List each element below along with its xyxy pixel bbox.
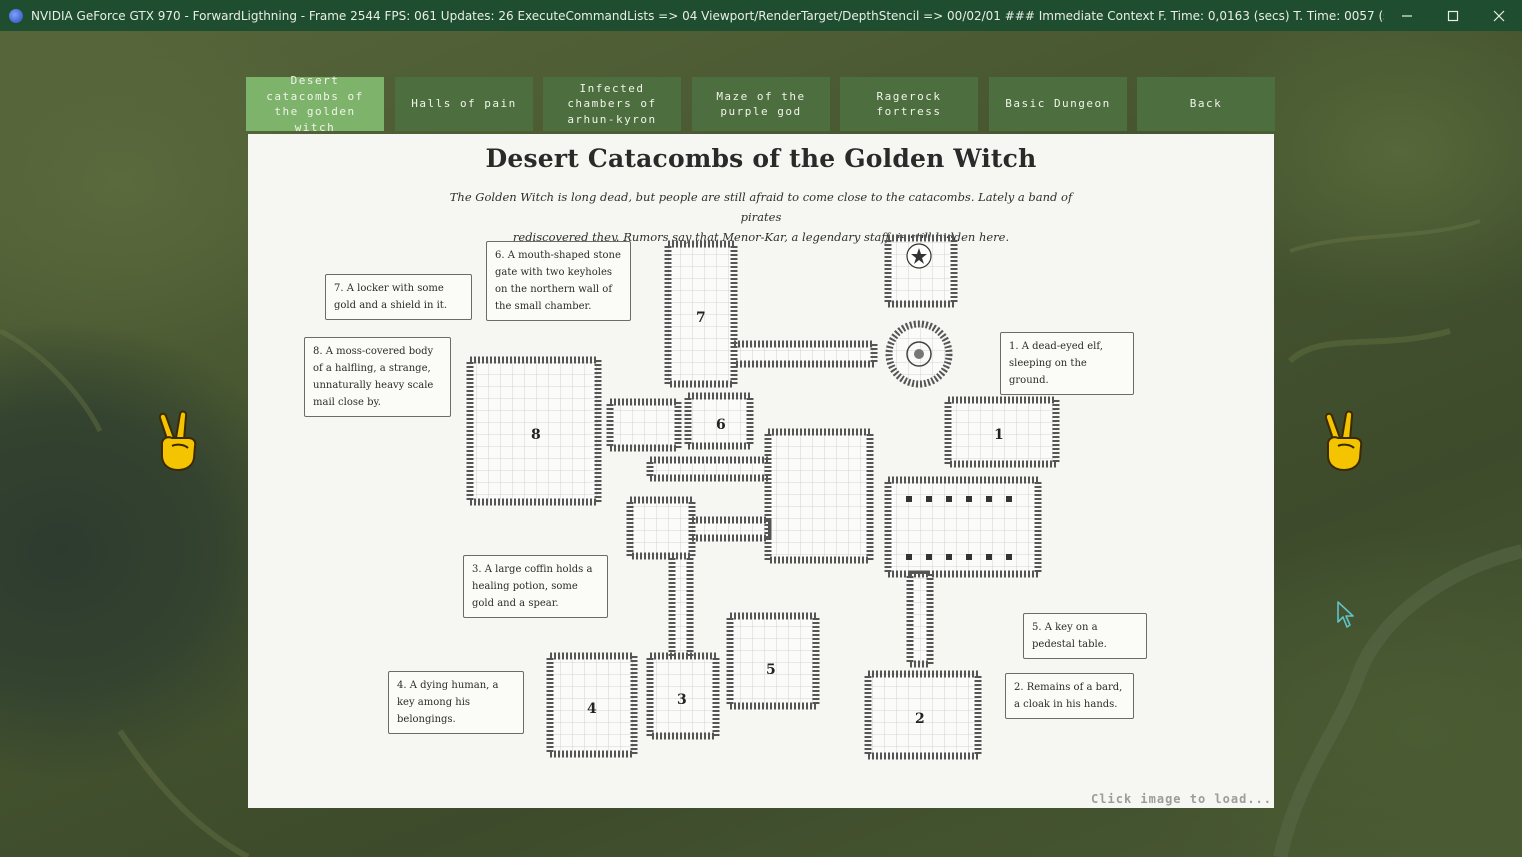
room-central	[764, 428, 874, 564]
tab-basic-dungeon[interactable]: Basic Dungeon	[989, 77, 1127, 131]
window-titlebar[interactable]: NVIDIA GeForce GTX 970 - ForwardLigthnin…	[0, 0, 1522, 31]
note-3: 3. A large coffin holds a healing potion…	[463, 555, 608, 618]
tab-maze-purple-god[interactable]: Maze of the purple god	[692, 77, 830, 131]
room-number-3: 3	[677, 692, 687, 708]
window-title: NVIDIA GeForce GTX 970 - ForwardLigthnin…	[31, 8, 1384, 23]
note-5: 5. A key on a pedestal table.	[1023, 613, 1147, 659]
load-hint[interactable]: Click image to load...	[1091, 792, 1272, 806]
room-number-6: 6	[716, 417, 726, 433]
room-number-4: 4	[587, 701, 597, 717]
peace-hand-icon	[158, 410, 197, 471]
note-1: 1. A dead-eyed elf, sleeping on the grou…	[1000, 332, 1134, 395]
app-icon	[9, 8, 23, 23]
room-number-8: 8	[531, 427, 541, 443]
room-number-2: 2	[915, 711, 925, 727]
dungeon-map-panel[interactable]: Desert Catacombs of the Golden Witch The…	[248, 134, 1274, 808]
minimize-button[interactable]	[1384, 0, 1430, 31]
note-8: 8. A moss-covered body of a halfling, a …	[304, 337, 451, 417]
note-2: 2. Remains of a bard, a cloak in his han…	[1005, 673, 1134, 719]
note-6: 6. A mouth-shaped stone gate with two ke…	[486, 241, 631, 321]
room-number-5: 5	[766, 662, 776, 678]
tab-desert-catacombs[interactable]: Desert catacombs of the golden witch	[246, 74, 384, 134]
tab-back[interactable]: Back	[1137, 77, 1275, 131]
tab-infected-chambers[interactable]: Infected chambers of arhun-kyron	[543, 77, 681, 131]
maximize-icon	[1447, 10, 1459, 21]
peace-hand-icon	[1324, 410, 1363, 471]
room-number-1: 1	[994, 427, 1004, 443]
minimize-icon	[1402, 14, 1412, 17]
tab-ragerock-fortress[interactable]: Ragerock fortress	[840, 77, 978, 131]
cursor-arrow-icon	[1337, 601, 1354, 628]
note-4: 4. A dying human, a key among his belong…	[388, 671, 524, 734]
close-icon	[1493, 10, 1505, 21]
room-number-7: 7	[696, 310, 706, 326]
room-5	[726, 612, 820, 710]
note-7: 7. A locker with some gold and a shield …	[325, 274, 472, 320]
close-button[interactable]	[1476, 0, 1522, 31]
tab-halls-of-pain[interactable]: Halls of pain	[395, 77, 533, 131]
maximize-button[interactable]	[1430, 0, 1476, 31]
